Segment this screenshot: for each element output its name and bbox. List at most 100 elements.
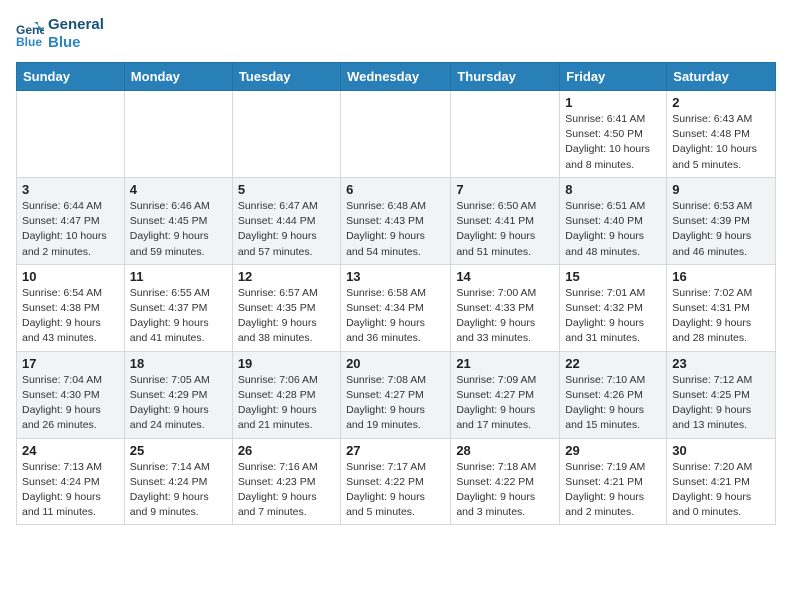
calendar-cell: 5Sunrise: 6:47 AM Sunset: 4:44 PM Daylig… bbox=[232, 177, 340, 264]
weekday-header-wednesday: Wednesday bbox=[341, 63, 451, 91]
day-info: Sunrise: 7:08 AM Sunset: 4:27 PM Dayligh… bbox=[346, 373, 445, 434]
weekday-header-monday: Monday bbox=[124, 63, 232, 91]
calendar-cell: 17 Sunrise: 7:04 AM Sunset: 4:30 PM Dayli… bbox=[17, 351, 125, 438]
calendar-cell: 8Sunrise: 6:51 AM Sunset: 4:40 PM Daylig… bbox=[560, 177, 667, 264]
day-number: 14 bbox=[456, 269, 554, 284]
day-number: 25 bbox=[130, 443, 227, 458]
day-info: Sunrise: 7:18 AM Sunset: 4:22 PM Dayligh… bbox=[456, 460, 554, 521]
day-info: Sunrise: 7:05 AM Sunset: 4:29 PM Dayligh… bbox=[130, 373, 227, 434]
weekday-header-row: SundayMondayTuesdayWednesdayThursdayFrid… bbox=[17, 63, 776, 91]
day-info: Sunrise: 7:17 AM Sunset: 4:22 PM Dayligh… bbox=[346, 460, 445, 521]
day-info: Sunrise: 7:10 AM Sunset: 4:26 PM Dayligh… bbox=[565, 373, 661, 434]
calendar-cell: 19 Sunrise: 7:06 AM Sunset: 4:28 PM Dayli… bbox=[232, 351, 340, 438]
calendar-cell: 29 Sunrise: 7:19 AM Sunset: 4:21 PM Dayli… bbox=[560, 438, 667, 525]
logo-line2: Blue bbox=[48, 34, 104, 52]
day-number: 23 bbox=[672, 356, 770, 371]
calendar-cell: 10Sunrise: 6:54 AM Sunset: 4:38 PM Dayli… bbox=[17, 264, 125, 351]
weekday-header-sunday: Sunday bbox=[17, 63, 125, 91]
calendar-cell: 3 Sunrise: 6:44 AM Sunset: 4:47 PM Daylig… bbox=[17, 177, 125, 264]
calendar-cell: 20 Sunrise: 7:08 AM Sunset: 4:27 PM Dayli… bbox=[341, 351, 451, 438]
day-number: 1 bbox=[565, 95, 661, 110]
day-info: Sunrise: 6:58 AM Sunset: 4:34 PM Dayligh… bbox=[346, 286, 445, 347]
calendar-cell: 16 Sunrise: 7:02 AM Sunset: 4:31 PM Dayli… bbox=[667, 264, 776, 351]
day-number: 18 bbox=[130, 356, 227, 371]
calendar-cell: 18 Sunrise: 7:05 AM Sunset: 4:29 PM Dayli… bbox=[124, 351, 232, 438]
day-number: 13 bbox=[346, 269, 445, 284]
day-number: 11 bbox=[130, 269, 227, 284]
day-number: 20 bbox=[346, 356, 445, 371]
week-row-5: 24 Sunrise: 7:13 AM Sunset: 4:24 PM Dayli… bbox=[17, 438, 776, 525]
calendar-cell: 22 Sunrise: 7:10 AM Sunset: 4:26 PM Dayli… bbox=[560, 351, 667, 438]
calendar-cell: 9 Sunrise: 6:53 AM Sunset: 4:39 PM Daylig… bbox=[667, 177, 776, 264]
calendar-cell: 14 Sunrise: 7:00 AM Sunset: 4:33 PM Dayli… bbox=[451, 264, 560, 351]
day-info: Sunrise: 7:01 AM Sunset: 4:32 PM Dayligh… bbox=[565, 286, 661, 347]
calendar-cell: 13 Sunrise: 6:58 AM Sunset: 4:34 PM Dayli… bbox=[341, 264, 451, 351]
week-row-3: 10Sunrise: 6:54 AM Sunset: 4:38 PM Dayli… bbox=[17, 264, 776, 351]
logo-icon: General Blue bbox=[16, 20, 44, 48]
day-number: 17 bbox=[22, 356, 119, 371]
calendar-cell bbox=[451, 91, 560, 178]
day-number: 27 bbox=[346, 443, 445, 458]
calendar-cell: 24 Sunrise: 7:13 AM Sunset: 4:24 PM Dayli… bbox=[17, 438, 125, 525]
day-number: 7 bbox=[456, 182, 554, 197]
day-number: 22 bbox=[565, 356, 661, 371]
day-info: Sunrise: 7:04 AM Sunset: 4:30 PM Dayligh… bbox=[22, 373, 119, 434]
day-info: Sunrise: 6:53 AM Sunset: 4:39 PM Dayligh… bbox=[672, 199, 770, 260]
day-info: Sunrise: 6:57 AM Sunset: 4:35 PM Dayligh… bbox=[238, 286, 335, 347]
weekday-header-friday: Friday bbox=[560, 63, 667, 91]
calendar-table: SundayMondayTuesdayWednesdayThursdayFrid… bbox=[16, 62, 776, 525]
day-number: 26 bbox=[238, 443, 335, 458]
calendar-cell bbox=[17, 91, 125, 178]
day-info: Sunrise: 7:14 AM Sunset: 4:24 PM Dayligh… bbox=[130, 460, 227, 521]
day-number: 10 bbox=[22, 269, 119, 284]
day-info: Sunrise: 7:13 AM Sunset: 4:24 PM Dayligh… bbox=[22, 460, 119, 521]
day-info: Sunrise: 7:09 AM Sunset: 4:27 PM Dayligh… bbox=[456, 373, 554, 434]
day-info: Sunrise: 6:43 AM Sunset: 4:48 PM Dayligh… bbox=[672, 112, 770, 173]
day-number: 12 bbox=[238, 269, 335, 284]
day-number: 2 bbox=[672, 95, 770, 110]
day-number: 30 bbox=[672, 443, 770, 458]
calendar-cell: 28 Sunrise: 7:18 AM Sunset: 4:22 PM Dayli… bbox=[451, 438, 560, 525]
calendar-cell bbox=[232, 91, 340, 178]
day-number: 3 bbox=[22, 182, 119, 197]
day-info: Sunrise: 6:44 AM Sunset: 4:47 PM Dayligh… bbox=[22, 199, 119, 260]
calendar-cell: 4Sunrise: 6:46 AM Sunset: 4:45 PM Daylig… bbox=[124, 177, 232, 264]
calendar-cell: 15 Sunrise: 7:01 AM Sunset: 4:32 PM Dayli… bbox=[560, 264, 667, 351]
calendar-cell: 27 Sunrise: 7:17 AM Sunset: 4:22 PM Dayli… bbox=[341, 438, 451, 525]
calendar-cell: 11 Sunrise: 6:55 AM Sunset: 4:37 PM Dayli… bbox=[124, 264, 232, 351]
svg-text:Blue: Blue bbox=[16, 35, 42, 48]
day-number: 24 bbox=[22, 443, 119, 458]
day-number: 19 bbox=[238, 356, 335, 371]
day-info: Sunrise: 7:06 AM Sunset: 4:28 PM Dayligh… bbox=[238, 373, 335, 434]
week-row-1: 1Sunrise: 6:41 AM Sunset: 4:50 PM Daylig… bbox=[17, 91, 776, 178]
calendar-cell: 12 Sunrise: 6:57 AM Sunset: 4:35 PM Dayli… bbox=[232, 264, 340, 351]
day-info: Sunrise: 6:55 AM Sunset: 4:37 PM Dayligh… bbox=[130, 286, 227, 347]
day-number: 6 bbox=[346, 182, 445, 197]
calendar-cell: 23Sunrise: 7:12 AM Sunset: 4:25 PM Dayli… bbox=[667, 351, 776, 438]
day-number: 16 bbox=[672, 269, 770, 284]
calendar-cell: 26 Sunrise: 7:16 AM Sunset: 4:23 PM Dayli… bbox=[232, 438, 340, 525]
day-info: Sunrise: 6:46 AM Sunset: 4:45 PM Dayligh… bbox=[130, 199, 227, 260]
day-info: Sunrise: 7:02 AM Sunset: 4:31 PM Dayligh… bbox=[672, 286, 770, 347]
day-number: 21 bbox=[456, 356, 554, 371]
day-number: 15 bbox=[565, 269, 661, 284]
day-info: Sunrise: 6:50 AM Sunset: 4:41 PM Dayligh… bbox=[456, 199, 554, 260]
day-info: Sunrise: 7:16 AM Sunset: 4:23 PM Dayligh… bbox=[238, 460, 335, 521]
calendar-cell: 2 Sunrise: 6:43 AM Sunset: 4:48 PM Daylig… bbox=[667, 91, 776, 178]
calendar-cell: 7 Sunrise: 6:50 AM Sunset: 4:41 PM Daylig… bbox=[451, 177, 560, 264]
day-number: 9 bbox=[672, 182, 770, 197]
weekday-header-tuesday: Tuesday bbox=[232, 63, 340, 91]
calendar-cell: 25 Sunrise: 7:14 AM Sunset: 4:24 PM Dayli… bbox=[124, 438, 232, 525]
day-number: 29 bbox=[565, 443, 661, 458]
week-row-2: 3 Sunrise: 6:44 AM Sunset: 4:47 PM Daylig… bbox=[17, 177, 776, 264]
logo: General Blue General Blue bbox=[16, 16, 104, 52]
day-number: 5 bbox=[238, 182, 335, 197]
logo-line1: General bbox=[48, 16, 104, 34]
day-number: 8 bbox=[565, 182, 661, 197]
day-info: Sunrise: 6:48 AM Sunset: 4:43 PM Dayligh… bbox=[346, 199, 445, 260]
day-number: 28 bbox=[456, 443, 554, 458]
calendar-cell bbox=[341, 91, 451, 178]
week-row-4: 17 Sunrise: 7:04 AM Sunset: 4:30 PM Dayli… bbox=[17, 351, 776, 438]
day-info: Sunrise: 7:00 AM Sunset: 4:33 PM Dayligh… bbox=[456, 286, 554, 347]
day-info: Sunrise: 7:19 AM Sunset: 4:21 PM Dayligh… bbox=[565, 460, 661, 521]
